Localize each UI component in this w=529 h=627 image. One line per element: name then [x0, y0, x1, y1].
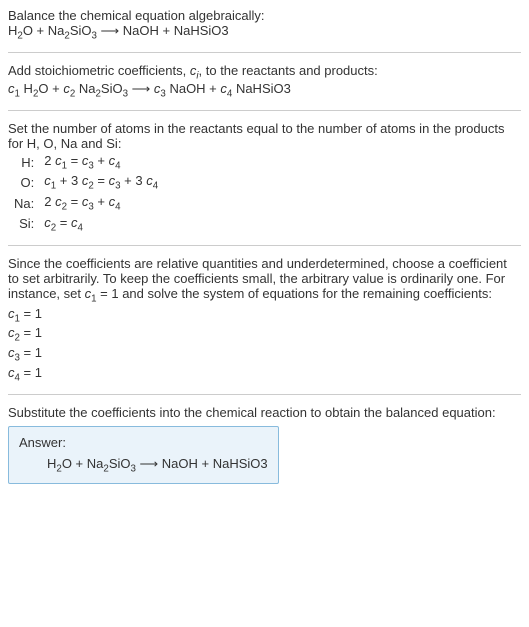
answer-equation: H2O + Na2SiO3 ⟶ NaOH + NaHSiO3 — [19, 456, 268, 475]
step2-text: Set the number of atoms in the reactants… — [8, 121, 521, 151]
eq-part: SiO — [109, 456, 131, 471]
intro-text: Balance the chemical equation algebraica… — [8, 8, 521, 23]
atom-equations: H: 2 c1 = c3 + c4 O: c1 + 3 c2 = c3 + 3 … — [8, 151, 164, 235]
coeff-line: c1 = 1 — [8, 306, 521, 325]
eq-part: SiO — [70, 23, 92, 38]
element-label: Si: — [10, 215, 38, 234]
eq-part: NaOH + NaHSiO3 — [123, 23, 229, 38]
intro-section: Balance the chemical equation algebraica… — [8, 8, 521, 53]
step1-equation: c1 H2O + c2 Na2SiO3 ⟶ c3 NaOH + c4 NaHSi… — [8, 81, 521, 100]
eq-part: H — [8, 23, 17, 38]
eq-row: H: 2 c1 = c3 + c4 — [10, 153, 162, 172]
eq-rhs: c2 = c4 — [40, 215, 162, 234]
eq-part: H — [47, 456, 56, 471]
step3-section: Since the coefficients are relative quan… — [8, 256, 521, 395]
eq-part: O + — [38, 81, 63, 96]
coeff-line: c3 = 1 — [8, 345, 521, 364]
element-label: H: — [10, 153, 38, 172]
answer-box: Answer: H2O + Na2SiO3 ⟶ NaOH + NaHSiO3 — [8, 426, 279, 484]
intro-equation: H2O + Na2SiO3 ⟶ NaOH + NaHSiO3 — [8, 23, 521, 42]
arrow: ⟶ — [136, 456, 162, 471]
eq-part: NaOH + — [166, 81, 221, 96]
element-label: O: — [10, 173, 38, 192]
eq-part: SiO — [101, 81, 123, 96]
eq-rhs: c1 + 3 c2 = c3 + 3 c4 — [40, 173, 162, 192]
eq-part: Na — [75, 81, 95, 96]
eq-row: O: c1 + 3 c2 = c3 + 3 c4 — [10, 173, 162, 192]
eq-part: NaOH + NaHSiO3 — [162, 456, 268, 471]
text: Add stoichiometric coefficients, — [8, 63, 190, 78]
arrow: ⟶ — [128, 81, 154, 96]
step4-section: Substitute the coefficients into the che… — [8, 405, 521, 484]
coeff-line: c2 = 1 — [8, 325, 521, 344]
step4-text: Substitute the coefficients into the che… — [8, 405, 521, 420]
element-label: Na: — [10, 194, 38, 213]
eq-part: H — [20, 81, 33, 96]
step3-text: Since the coefficients are relative quan… — [8, 256, 521, 305]
eq-row: Si: c2 = c4 — [10, 215, 162, 234]
eq-rhs: 2 c2 = c3 + c4 — [40, 194, 162, 213]
coeff-line: c4 = 1 — [8, 365, 521, 384]
eq-rhs: 2 c1 = c3 + c4 — [40, 153, 162, 172]
eq-part: O + Na — [23, 23, 65, 38]
step1-section: Add stoichiometric coefficients, ci, to … — [8, 63, 521, 111]
step2-section: Set the number of atoms in the reactants… — [8, 121, 521, 246]
step1-text: Add stoichiometric coefficients, ci, to … — [8, 63, 521, 82]
answer-label: Answer: — [19, 435, 268, 450]
eq-row: Na: 2 c2 = c3 + c4 — [10, 194, 162, 213]
text: = 1 and solve the system of equations fo… — [97, 286, 492, 301]
eq-part: O + Na — [62, 456, 104, 471]
eq-part: NaHSiO3 — [232, 81, 291, 96]
text: , to the reactants and products: — [199, 63, 378, 78]
arrow: ⟶ — [97, 23, 123, 38]
